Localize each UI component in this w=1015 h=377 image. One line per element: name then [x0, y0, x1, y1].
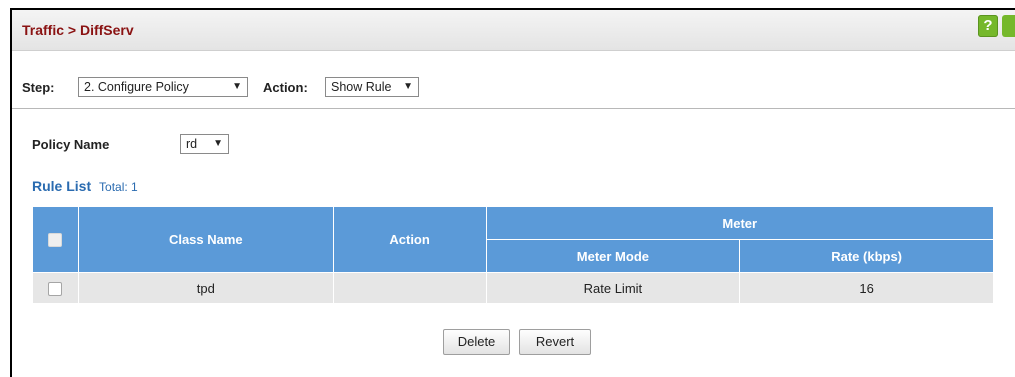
dropdown-arrow-icon: ▼ [213, 138, 223, 149]
col-class-name: Class Name [77, 206, 334, 273]
window-frame [10, 8, 1015, 377]
help-icon[interactable]: ? [978, 15, 998, 37]
policy-name-label: Policy Name [32, 137, 110, 152]
table-row: tpd Rate Limit 16 [32, 272, 994, 304]
row-select-cell [32, 272, 79, 304]
col-meter: Meter [485, 206, 995, 240]
rule-list-title: Rule List [32, 178, 92, 194]
select-all-checkbox[interactable] [48, 233, 63, 248]
rule-list-total: Total: 1 [99, 180, 138, 194]
revert-button[interactable]: Revert [519, 329, 591, 355]
step-select-value: 2. Configure Policy [84, 80, 189, 94]
delete-button[interactable]: Delete [443, 329, 510, 355]
rule-table: Class Name Action Meter Meter Mode Rate … [32, 206, 995, 304]
table-header-row: Class Name Action Meter [32, 206, 995, 273]
policy-name-select[interactable]: rd ▼ [180, 134, 229, 154]
action-label: Action: [263, 80, 308, 95]
dropdown-arrow-icon: ▼ [232, 81, 242, 92]
secondary-help-icon[interactable] [1002, 15, 1015, 37]
cell-meter-mode: Rate Limit [485, 272, 741, 304]
rule-list-heading: Rule List Total: 1 [32, 178, 138, 194]
select-all-cell [32, 206, 79, 273]
col-rate: Rate (kbps) [739, 239, 994, 273]
action-select[interactable]: Show Rule ▼ [325, 77, 419, 97]
cell-class-name: tpd [77, 272, 334, 304]
step-select[interactable]: 2. Configure Policy ▼ [78, 77, 248, 97]
col-action: Action [332, 206, 487, 273]
page-title: Traffic > DiffServ [22, 22, 134, 38]
cell-action [332, 272, 487, 304]
row-checkbox[interactable] [48, 281, 63, 296]
title-bar: Traffic > DiffServ [12, 10, 1015, 51]
step-label: Step: [22, 80, 55, 95]
cell-rate: 16 [739, 272, 994, 304]
col-meter-mode: Meter Mode [485, 239, 741, 273]
action-select-value: Show Rule [331, 80, 392, 94]
policy-name-value: rd [186, 137, 198, 151]
dropdown-arrow-icon: ▼ [403, 81, 413, 92]
